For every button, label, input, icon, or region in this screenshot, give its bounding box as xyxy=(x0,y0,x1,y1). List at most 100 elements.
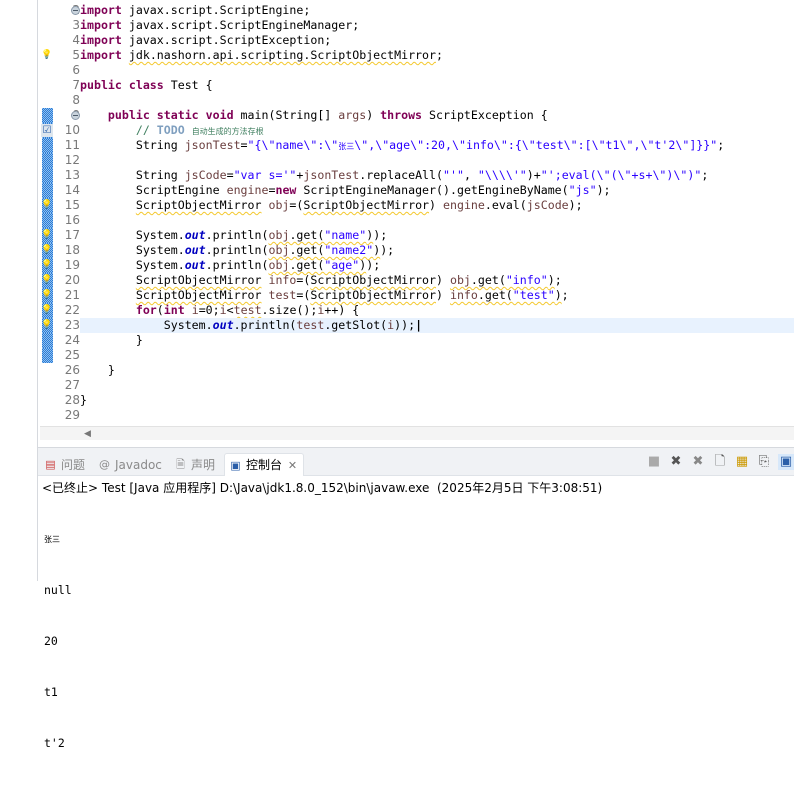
code-line[interactable]: 29 xyxy=(38,408,794,423)
word-wrap-icon[interactable]: ⎘ xyxy=(756,454,772,470)
code-line[interactable]: 16 xyxy=(38,213,794,228)
code-line[interactable]: 6 xyxy=(38,63,794,78)
code-line[interactable]: 8 xyxy=(38,93,794,108)
code-line[interactable]: 💡 22 for(int i=0;i<test.size();i++) { xyxy=(38,303,794,318)
code-token: engine xyxy=(226,183,269,197)
code-text: import jdk.nashorn.api.scripting.ScriptO… xyxy=(80,48,443,63)
code-token: ) xyxy=(554,288,562,302)
code-text: ScriptObjectMirror test=(ScriptObjectMir… xyxy=(80,288,569,303)
code-line[interactable]: ☑ 10 // TODO 自动生成的方法存根 xyxy=(38,123,794,138)
code-token: "test" xyxy=(512,288,555,302)
code-token: ; xyxy=(717,138,725,152)
tab-javadoc[interactable]: @ Javadoc xyxy=(94,453,166,476)
output-line: t1 xyxy=(44,685,58,699)
console-icon: ▣ xyxy=(230,458,241,472)
tab-label: 控制台 xyxy=(246,458,283,472)
code-line[interactable]: 💡 5 import jdk.nashorn.api.scripting.Scrip… xyxy=(38,48,794,63)
code-text: System.out.println(obj.get("name2")); xyxy=(80,243,394,258)
code-text: for(int i=0;i<test.size();i++) { xyxy=(80,303,359,318)
code-token: jsonTest xyxy=(303,168,360,182)
code-token: javax.script.ScriptException; xyxy=(121,33,332,47)
code-text: ScriptEngine engine=new ScriptEngineMana… xyxy=(80,183,611,198)
code-token: out xyxy=(212,318,234,332)
code-line[interactable]: 💡 15 ScriptObjectMirror obj=(ScriptObject… xyxy=(38,198,794,213)
pin-console-icon[interactable]: ▣ xyxy=(778,454,794,470)
stop-icon[interactable]: ■ xyxy=(646,454,662,470)
code-token: jdk.nashorn.api.scripting.ScriptObjectMi… xyxy=(128,48,436,62)
fold-collapse-icon[interactable] xyxy=(71,6,80,15)
code-token: System. xyxy=(80,318,213,332)
line-number: 19 xyxy=(64,258,80,272)
clear-console-icon[interactable]: 🗋 xyxy=(712,454,728,470)
code-line[interactable]: 24 } xyxy=(38,333,794,348)
code-token: < xyxy=(226,303,234,317)
code-line[interactable]: 28} xyxy=(38,393,794,408)
horizontal-scrollbar[interactable]: ◀ xyxy=(40,426,794,440)
tab-label: Javadoc xyxy=(115,457,162,472)
scroll-lock-icon[interactable]: ▦ xyxy=(734,454,750,470)
code-token: .println( xyxy=(233,318,297,332)
code-token: obj xyxy=(268,258,290,272)
tab-declaration[interactable]: 🗎 声明 xyxy=(170,453,219,476)
code-line[interactable]: 💡 19 System.out.println(obj.get("age")); xyxy=(38,258,794,273)
line-number: 25 xyxy=(64,348,80,362)
code-line[interactable]: 💡 18 System.out.println(obj.get("name2"))… xyxy=(38,243,794,258)
close-icon[interactable]: ✕ xyxy=(286,459,299,472)
code-text: } xyxy=(80,363,115,378)
fold-collapse-icon[interactable] xyxy=(71,111,80,120)
scroll-left-icon[interactable]: ◀ xyxy=(84,429,91,439)
code-line[interactable]: 💡 21 ScriptObjectMirror test=(ScriptObjec… xyxy=(38,288,794,303)
code-line[interactable]: 14 ScriptEngine engine=new ScriptEngineM… xyxy=(38,183,794,198)
remove-all-launches-icon[interactable]: ✖ xyxy=(690,454,706,470)
code-line[interactable]: 9 public static void main(String[] args)… xyxy=(38,108,794,123)
code-token: import xyxy=(80,18,122,32)
code-line[interactable]: 💡 17 System.out.println(obj.get("name")); xyxy=(38,228,794,243)
code-line[interactable]: 7 public class Test { xyxy=(38,78,794,93)
code-token: ); xyxy=(380,243,395,257)
code-token: for xyxy=(135,303,157,317)
code-token: ) xyxy=(429,198,443,212)
code-token: ScriptObjectMirror xyxy=(135,273,262,287)
code-token: ScriptObjectMirror xyxy=(135,288,262,302)
remove-launch-icon[interactable]: ✖ xyxy=(668,454,684,470)
code-token: javax.script.ScriptEngineManager; xyxy=(121,18,360,32)
code-token: ( xyxy=(156,303,164,317)
code-token: out xyxy=(184,228,206,242)
code-text: System.out.println(obj.get("age")); xyxy=(80,258,380,273)
code-token: "age" xyxy=(324,258,360,272)
code-line[interactable]: 12 xyxy=(38,153,794,168)
code-line[interactable]: 27 xyxy=(38,378,794,393)
code-editor[interactable]: 2import javax.script.ScriptEngine;3impor… xyxy=(38,0,794,443)
line-number: 18 xyxy=(64,243,80,257)
tab-console[interactable]: ▣ 控制台 ✕ xyxy=(224,453,305,476)
code-text: public class Test { xyxy=(80,78,213,93)
code-line[interactable]: 13 String jsCode="var s='"+jsonTest.repl… xyxy=(38,168,794,183)
code-line[interactable]: 25 xyxy=(38,348,794,363)
code-line[interactable]: 3 import javax.script.ScriptEngineManager… xyxy=(38,18,794,33)
code-text: ScriptObjectMirror info=(ScriptObjectMir… xyxy=(80,273,562,288)
console-status: <已终止> Test [Java 应用程序] D:\Java\jdk1.8.0_… xyxy=(42,481,603,495)
code-token: 张三 xyxy=(338,142,355,151)
line-number: 28 xyxy=(64,393,80,407)
code-line[interactable]: 💡 20 ScriptObjectMirror info=(ScriptObjec… xyxy=(38,273,794,288)
code-line[interactable]: 4 import javax.script.ScriptException; xyxy=(38,33,794,48)
code-token: import xyxy=(80,48,122,62)
code-token: =( xyxy=(296,273,311,287)
code-token: \",\"age\":20,\"info\":{\"test\":[\"t1\"… xyxy=(354,138,718,152)
code-line[interactable]: 2import javax.script.ScriptEngine; xyxy=(38,3,794,18)
code-line[interactable]: 26 } xyxy=(38,363,794,378)
line-number: 3 xyxy=(72,18,80,32)
code-line[interactable]: 💡 23 System.out.println(test.getSlot(i));… xyxy=(38,318,794,333)
tab-problems[interactable]: ▤ 问题 xyxy=(40,453,89,476)
line-number: 7 xyxy=(72,78,80,92)
code-line[interactable]: 11 String jsonTest="{\"name\":\"张三\",\"a… xyxy=(38,138,794,153)
code-token: } xyxy=(80,333,143,347)
code-token: // xyxy=(80,123,157,137)
code-token: 自动生成的方法存根 xyxy=(191,127,264,136)
code-token: obj xyxy=(268,228,290,242)
code-token: .get( xyxy=(289,243,325,257)
code-text: System.out.println(obj.get("name")); xyxy=(80,228,387,243)
